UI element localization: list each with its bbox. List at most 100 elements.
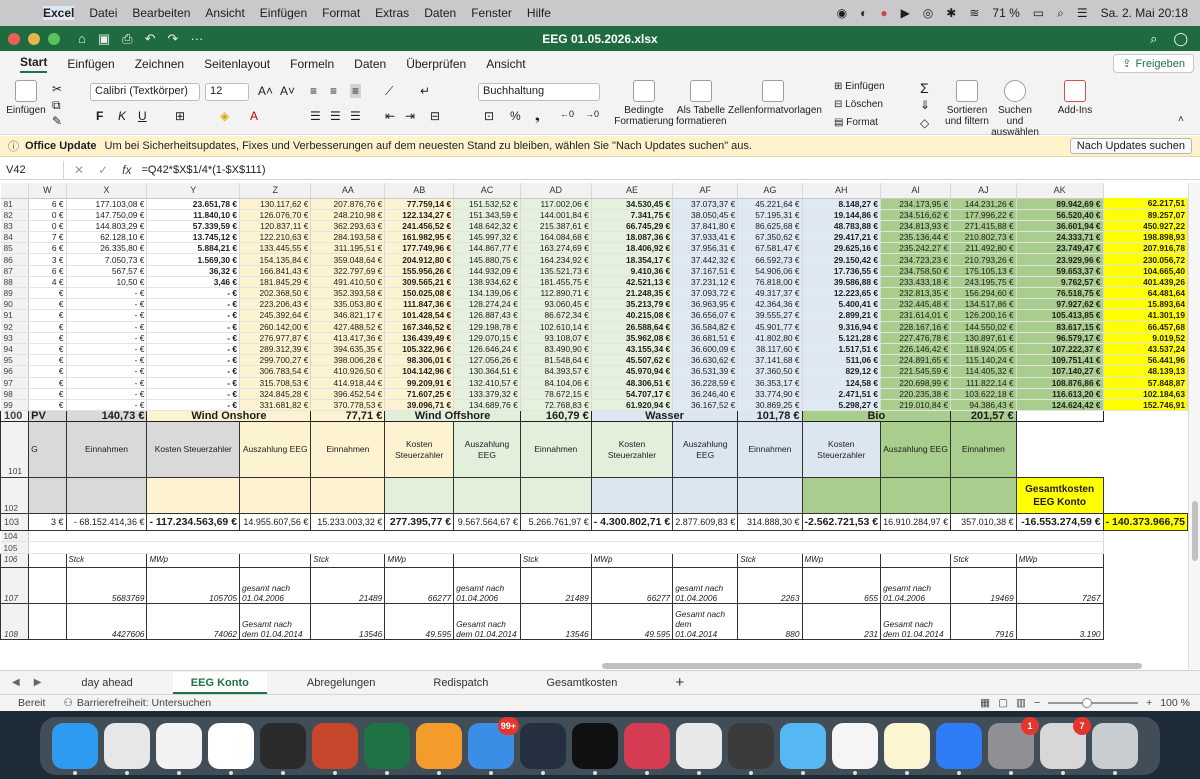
cell[interactable]: 66277 [590, 566, 674, 604]
cell-aj[interactable]: 96.579,17 € [1016, 332, 1104, 344]
cell-ae[interactable]: 36.531,39 € [672, 365, 739, 378]
cell[interactable] [146, 477, 241, 515]
cell[interactable]: Kosten Steuerzahler [801, 421, 882, 479]
cell-z[interactable]: 352.393,58 € [310, 287, 386, 300]
cell-z[interactable]: 284.193,58 € [310, 231, 386, 244]
fill-icon[interactable]: ⇓ [920, 98, 930, 112]
row-header[interactable]: 82 [0, 209, 30, 221]
cell-ac[interactable]: 102.610,14 € [520, 321, 592, 333]
cell-x[interactable]: 567,57 € [66, 265, 148, 277]
cell[interactable] [880, 477, 952, 515]
cell-ai[interactable]: 144.550,02 € [950, 321, 1017, 333]
cell-af[interactable]: 38.117,60 € [737, 343, 803, 356]
cell[interactable] [28, 541, 1104, 554]
cell-ag[interactable]: 2.899,21 € [802, 309, 882, 322]
cell-ai[interactable]: 114.405,32 € [950, 365, 1017, 378]
row-header[interactable]: 90 [0, 298, 30, 311]
cell-x-b[interactable]: 23.651,78 € [146, 198, 241, 210]
cell-w[interactable]: € [28, 354, 67, 367]
cell-ak[interactable]: 401.439,26 [1103, 276, 1188, 289]
cell[interactable] [453, 552, 521, 568]
align-center-icon[interactable]: ☰ [330, 109, 341, 123]
cell-y[interactable]: 289.312,39 € [239, 343, 312, 356]
outdent-icon[interactable]: ⇥ [405, 109, 415, 123]
cell-y[interactable]: 331.681,82 € [239, 399, 312, 412]
menu-datei[interactable]: Datei [89, 6, 117, 20]
cell-w[interactable]: 3 € [28, 253, 67, 266]
cell[interactable]: 5683769 [65, 566, 148, 604]
clock[interactable]: Sa. 2. Mai 20:18 [1101, 6, 1188, 20]
cell-aa[interactable]: 104.142,96 € [384, 365, 455, 378]
col-header-ae[interactable]: AE [591, 183, 674, 199]
cell-ak[interactable]: 9.019,52 [1103, 332, 1188, 344]
cell-ak[interactable]: 48.139,13 [1103, 365, 1188, 378]
menu-extras[interactable]: Extras [375, 6, 409, 20]
cell-ab[interactable]: 129.198,78 € [453, 321, 521, 333]
cell[interactable]: Gesamt nach dem 01.04.2014 [239, 602, 312, 640]
share-button[interactable]: ⇪ Freigeben [1113, 54, 1194, 73]
cell-ae[interactable]: 36.246,40 € [672, 388, 739, 400]
cell-x[interactable]: - € [66, 343, 148, 356]
row-header[interactable]: 87 [0, 265, 30, 277]
cell[interactable]: gesamt nach 01.04.2006 [453, 566, 521, 604]
zoom-out-icon[interactable]: − [1034, 697, 1040, 709]
cell-aa[interactable]: 155.956,26 € [384, 265, 455, 277]
cell-x-b[interactable]: 3,46 € [146, 276, 241, 289]
tab-start[interactable]: Start [20, 55, 48, 73]
total-cost-label[interactable]: Gesamtkosten EEG Konto [1015, 477, 1104, 515]
cell[interactable]: Kosten Steuerzahler [384, 421, 455, 479]
cell-ab[interactable]: 134.689,76 € [453, 399, 521, 412]
cell[interactable]: Wind Offshore [384, 410, 521, 423]
accessibility-status[interactable]: Barrierefreiheit: Untersuchen [77, 697, 211, 709]
cell[interactable]: MWp [384, 552, 455, 568]
wrap-text-icon[interactable]: ↵ [420, 84, 430, 98]
cell-z[interactable]: 370.778,53 € [310, 399, 386, 412]
cell-af[interactable]: 49.317,37 € [737, 287, 803, 300]
cell-ak[interactable]: 207.916,78 [1103, 242, 1188, 255]
cell-ae[interactable]: 37.956,31 € [672, 242, 739, 255]
row-header[interactable]: 95 [0, 354, 30, 367]
cell-ak[interactable]: 450.927,22 [1103, 220, 1188, 233]
decrease-decimal-icon[interactable]: →0 [585, 109, 599, 119]
cell-aa[interactable]: 309.565,21 € [384, 276, 455, 289]
cell[interactable]: Gesamt nach dem 01.04.2014 [880, 602, 952, 640]
cell[interactable]: Gesamt nach dem 01.04.2014 [672, 602, 739, 640]
more-icon[interactable]: ··· [190, 31, 203, 47]
col-header-ac[interactable]: AC [453, 183, 521, 199]
cell[interactable]: 201,57 € [950, 410, 1017, 423]
cell-ab[interactable]: 132.410,57 € [453, 377, 521, 389]
cell[interactable]: 16.910.284,97 € [880, 513, 952, 532]
cell-x-b[interactable]: - € [146, 388, 241, 400]
cell-ak[interactable]: 41.301,19 [1103, 309, 1188, 322]
cell-ai[interactable]: 115.140,24 € [950, 354, 1017, 367]
percent-icon[interactable]: % [510, 109, 521, 123]
cell-ab[interactable]: 134.139,06 € [453, 287, 521, 300]
cell-x[interactable]: - € [66, 377, 148, 389]
align-right-icon[interactable]: ☰ [350, 109, 361, 123]
cell-ae[interactable]: 36.228,59 € [672, 377, 739, 389]
cell-y[interactable]: 306.783,54 € [239, 365, 312, 378]
cell[interactable]: -16.553.274,59 € [1015, 513, 1104, 532]
cell[interactable] [880, 552, 952, 568]
cell-y[interactable]: 324.845,28 € [239, 388, 312, 400]
cell[interactable]: Einnahmen [737, 421, 803, 479]
cell[interactable]: 7916 [950, 602, 1017, 640]
cell-aj[interactable]: 59.653,37 € [1016, 265, 1104, 277]
cell-ab[interactable]: 130.364,51 € [453, 365, 521, 378]
cell-ak[interactable]: 15.893,64 [1103, 298, 1188, 311]
cell-ai[interactable]: 210.802,73 € [950, 231, 1017, 244]
cell-z[interactable]: 394.635,35 € [310, 343, 386, 356]
cell-ag[interactable]: 5.400,41 € [802, 298, 882, 311]
increase-font-icon[interactable]: A˄ [258, 84, 273, 98]
cell-ai[interactable]: 210.793,26 € [950, 253, 1017, 266]
cell-af[interactable]: 45.901,77 € [737, 321, 803, 333]
tab-einfuegen[interactable]: Einfügen [67, 57, 114, 71]
row-header[interactable]: 91 [0, 309, 30, 322]
paste-button[interactable]: Einfügen [6, 80, 46, 116]
cell[interactable] [239, 477, 312, 515]
addins-button[interactable]: Add-Ins [1052, 80, 1098, 116]
cell-aa[interactable]: 105.322,96 € [384, 343, 455, 356]
cell-ah[interactable]: 226.146,42 € [880, 343, 952, 356]
cell-af[interactable]: 66.592,73 € [737, 253, 803, 266]
cell-z[interactable]: 248.210,98 € [310, 209, 386, 221]
